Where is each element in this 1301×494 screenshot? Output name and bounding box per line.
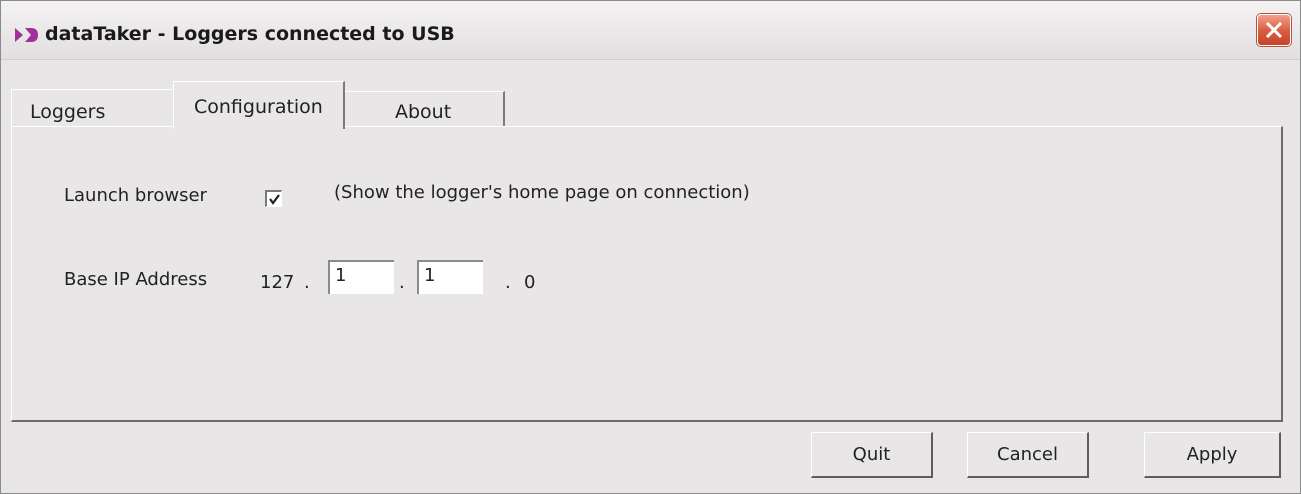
tab-loggers[interactable]: Loggers [11, 89, 177, 127]
ip-octet-1: 127 [260, 272, 295, 293]
launch-browser-hint: (Show the logger's home page on connecti… [334, 182, 750, 203]
cancel-button[interactable]: Cancel [967, 432, 1089, 478]
title-bar[interactable]: dataTaker - Loggers connected to USB [1, 1, 1300, 60]
datataker-logo-icon [15, 27, 39, 42]
tab-about[interactable]: About [345, 91, 505, 127]
ip-octet-4: 0 [524, 272, 536, 293]
ip-octet-2-field[interactable] [328, 260, 394, 294]
tab-loggers-label: Loggers [30, 101, 106, 123]
dialog-window: dataTaker - Loggers connected to USB Log… [0, 0, 1301, 494]
ip-octet-3-field[interactable] [417, 260, 483, 294]
window-title: dataTaker - Loggers connected to USB [45, 23, 455, 45]
close-button[interactable] [1257, 14, 1291, 46]
quit-button[interactable]: Quit [811, 432, 933, 478]
base-ip-label: Base IP Address [64, 269, 208, 290]
ip-dot: . [505, 272, 511, 293]
apply-button[interactable]: Apply [1144, 432, 1281, 478]
tab-about-label: About [395, 101, 452, 123]
tab-configuration[interactable]: Configuration [173, 81, 345, 129]
configuration-panel: Launch browser (Show the logger's home p… [11, 126, 1283, 422]
tab-configuration-label: Configuration [194, 96, 323, 118]
close-x-icon [1265, 21, 1283, 39]
ip-dot: . [304, 272, 310, 293]
ip-dot: . [399, 272, 405, 293]
launch-browser-label: Launch browser [64, 185, 207, 206]
launch-browser-checkbox[interactable] [265, 190, 282, 207]
checkmark-icon [269, 194, 280, 205]
